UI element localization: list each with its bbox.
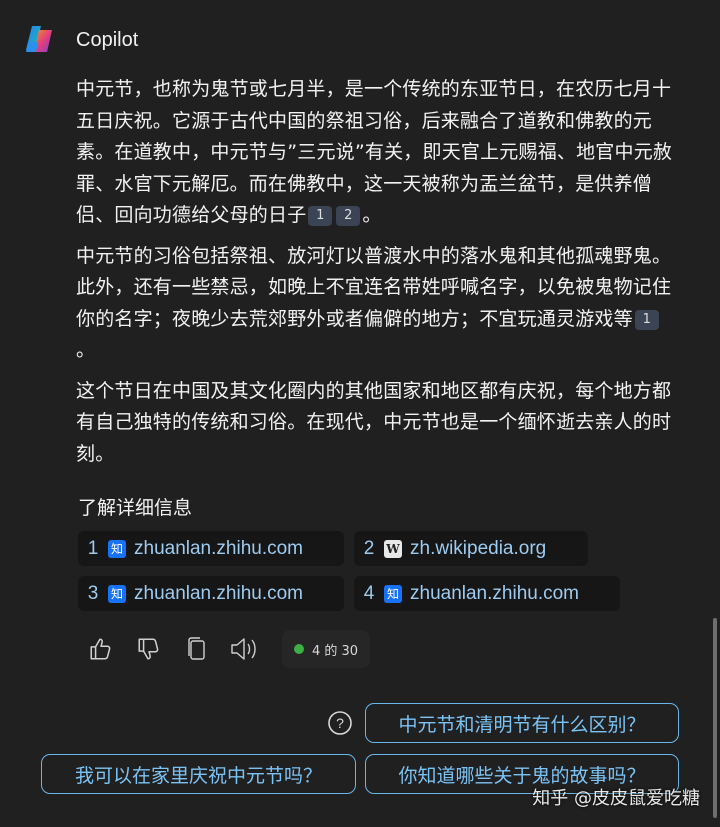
zhihu-icon: 知 — [108, 584, 126, 603]
answer-paragraph: 这个节日在中国及其文化圈内的其他国家和地区都有庆祝，每个地方都有自己独特的传统和… — [76, 376, 676, 471]
source-domain: zh.wikipedia.org — [410, 537, 547, 559]
citation-1[interactable]: 1 — [634, 309, 659, 330]
response-counter: 4 的 30 — [282, 630, 371, 668]
svg-text:?: ? — [336, 715, 344, 731]
source-domain: zhuanlan.zhihu.com — [134, 537, 303, 559]
scrollbar[interactable] — [713, 618, 717, 818]
thumbs-down-icon[interactable] — [132, 632, 166, 666]
learn-more-heading: 了解详细信息 — [78, 497, 193, 519]
answer-paragraph: 中元节的习俗包括祭祖、放河灯以普渡水中的落水鬼和其他孤魂野鬼。此外，还有一些禁忌… — [76, 241, 676, 367]
counter-text: 4 的 30 — [312, 643, 359, 659]
source-number: 1 — [87, 537, 99, 559]
source-link-3[interactable]: 3 知 zhuanlan.zhihu.com — [78, 576, 344, 611]
zhihu-icon: 知 — [384, 584, 402, 603]
suggestion-chip[interactable]: 中元节和清明节有什么区别？ — [365, 703, 679, 743]
response-actions: 4 的 30 — [84, 628, 371, 670]
paragraph-end: 。 — [76, 339, 96, 361]
header: Copilot — [22, 22, 138, 58]
citation-1[interactable]: 1 — [308, 206, 333, 226]
citation-2[interactable]: 2 — [336, 206, 361, 226]
zhihu-icon: 知 — [108, 539, 126, 558]
answer-paragraph: 中元节，也称为鬼节或七月半，是一个传统的东亚节日，在农历七月十五日庆祝。它源于古… — [76, 74, 676, 232]
source-number: 2 — [363, 537, 375, 559]
copilot-logo — [26, 26, 52, 52]
help-icon[interactable]: ? — [327, 710, 353, 736]
wikipedia-icon: W — [384, 539, 402, 558]
answer-body: 中元节，也称为鬼节或七月半，是一个传统的东亚节日，在农历七月十五日庆祝。它源于古… — [76, 74, 676, 479]
source-link-2[interactable]: 2 W zh.wikipedia.org — [354, 531, 588, 566]
thumbs-up-icon[interactable] — [84, 632, 118, 666]
source-number: 3 — [87, 582, 99, 604]
paragraph-end: 。 — [362, 204, 382, 226]
source-domain: zhuanlan.zhihu.com — [410, 582, 579, 604]
source-link-4[interactable]: 4 知 zhuanlan.zhihu.com — [354, 576, 620, 611]
suggestion-chip[interactable]: 我可以在家里庆祝中元节吗？ — [41, 754, 356, 794]
app-title: Copilot — [76, 28, 139, 51]
source-link-1[interactable]: 1 知 zhuanlan.zhihu.com — [78, 531, 344, 566]
status-dot — [294, 644, 304, 654]
paragraph-text: 中元节的习俗包括祭祖、放河灯以普渡水中的落水鬼和其他孤魂野鬼。此外，还有一些禁忌… — [76, 244, 672, 330]
copy-icon[interactable] — [180, 632, 214, 666]
paragraph-text: 这个节日在中国及其文化圈内的其他国家和地区都有庆祝，每个地方都有自己独特的传统和… — [76, 379, 672, 465]
speaker-icon[interactable] — [228, 632, 262, 666]
source-domain: zhuanlan.zhihu.com — [134, 582, 303, 604]
source-number: 4 — [363, 582, 375, 604]
watermark: 知乎 @皮皮鼠爱吃糖 — [532, 788, 700, 809]
